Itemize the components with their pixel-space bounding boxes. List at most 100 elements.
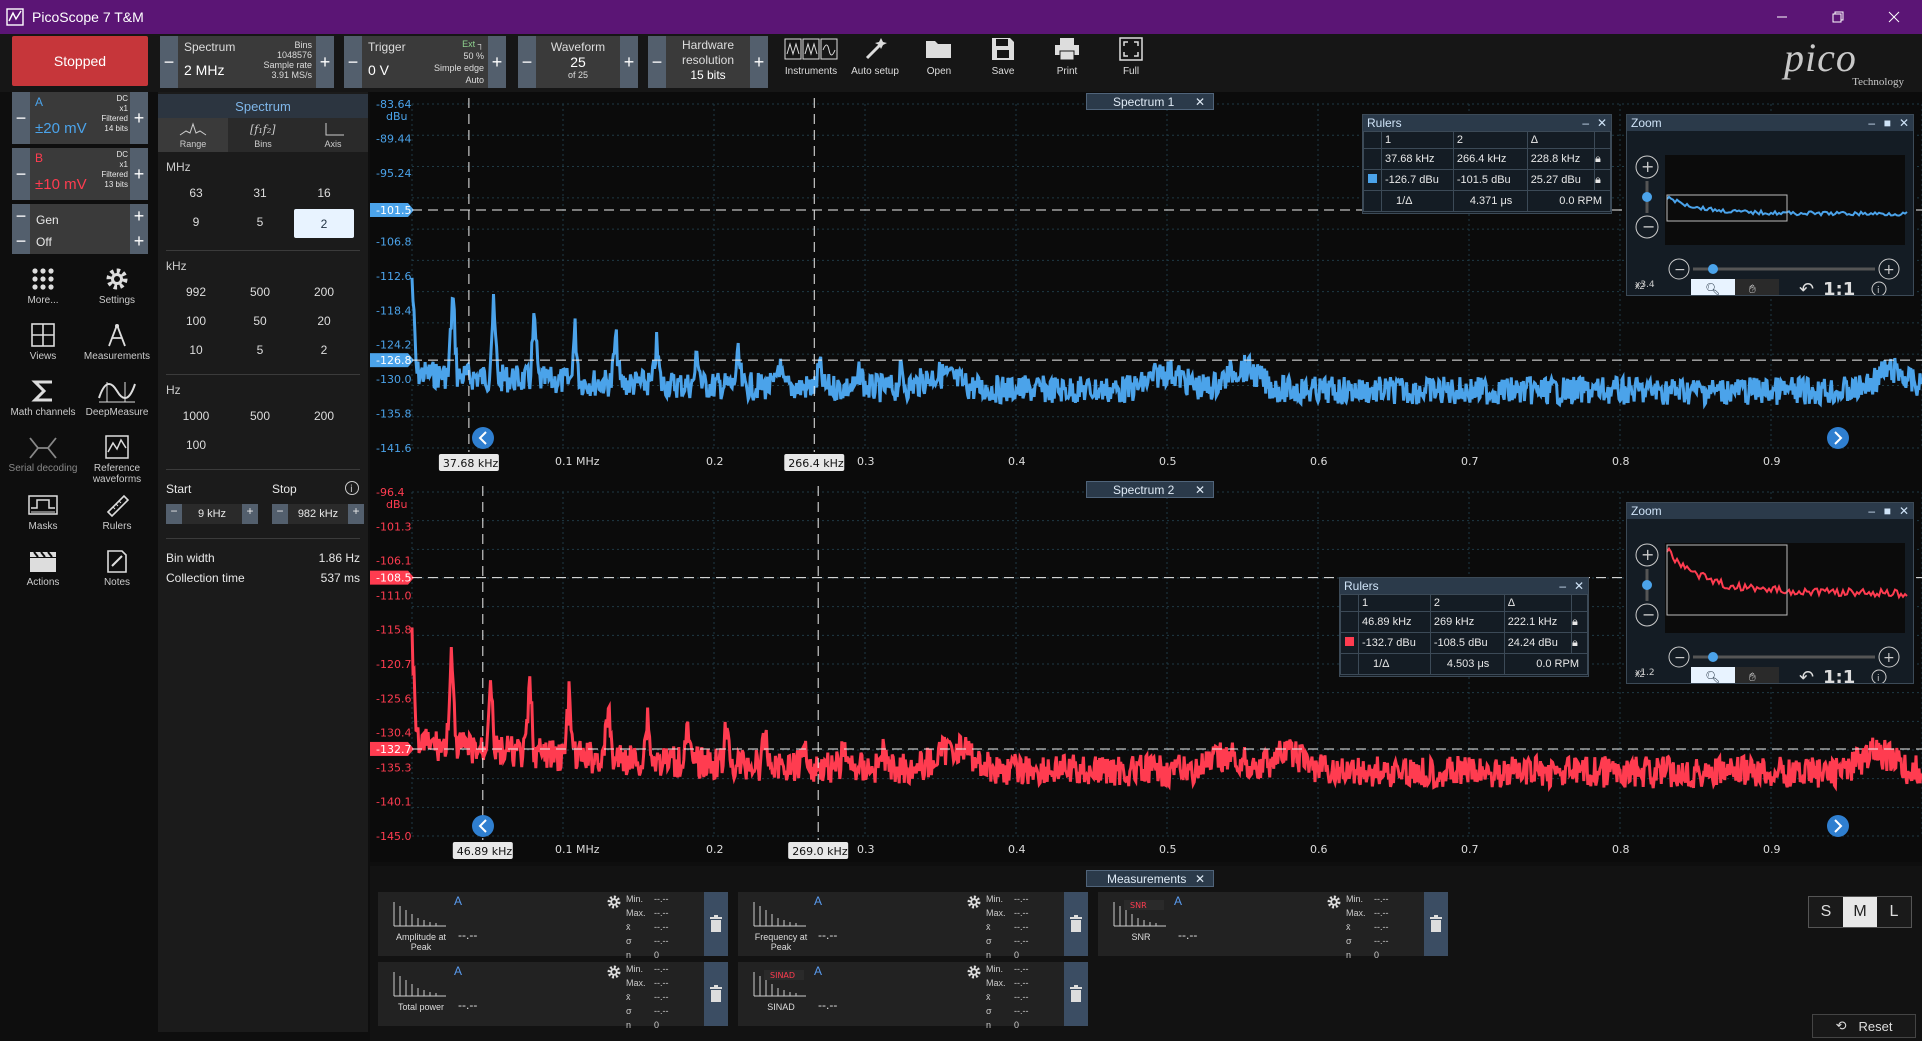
delete-measurement-button[interactable] xyxy=(1424,892,1448,956)
mhz-option[interactable]: 16 xyxy=(292,178,356,207)
restore-button[interactable] xyxy=(1810,0,1866,34)
measurement-card[interactable]: SINAD A SINAD --.-- Min. --.-- Max. --.-- x̄ --.-… xyxy=(738,962,1088,1030)
gen-increase-button[interactable]: + xyxy=(130,204,148,229)
scroll-right-button[interactable] xyxy=(1827,815,1849,837)
info-icon[interactable]: i xyxy=(344,480,360,496)
khz-option[interactable]: 5 xyxy=(228,335,292,364)
start-increase-button[interactable]: + xyxy=(242,504,258,524)
spectrum-2-tab[interactable]: Spectrum 2 ✕ xyxy=(1086,481,1214,498)
tab-bins[interactable]: [f₁f₂] Bins xyxy=(228,118,298,152)
gen-decrease-button[interactable]: − xyxy=(12,204,30,229)
zoom-2-close-icon[interactable]: ✕ xyxy=(1899,504,1909,518)
waveform-next-button[interactable]: + xyxy=(620,36,638,88)
measurements-button[interactable]: Measurements xyxy=(78,322,156,362)
size-l-button[interactable]: L xyxy=(1877,897,1911,927)
undo-zoom-icon[interactable]: ↶ xyxy=(1799,279,1814,300)
gen-off-decrease-button[interactable]: − xyxy=(12,229,30,254)
khz-option[interactable]: 50 xyxy=(228,306,292,335)
zoom-1-ratio[interactable]: 1:1 xyxy=(1823,279,1855,300)
zoom-2-minimize-icon[interactable]: – xyxy=(1868,504,1875,518)
auto-setup-button[interactable]: Auto setup xyxy=(844,36,906,88)
zoom-1-minimize-icon[interactable]: – xyxy=(1868,116,1875,130)
tab-axis[interactable]: Axis xyxy=(298,118,368,152)
rulers-1-close-icon[interactable]: ✕ xyxy=(1597,116,1607,130)
measurement-card[interactable]: SNR A SNR --.-- Min. --.-- Max. --.-- x̄ --.-- σ --… xyxy=(1098,892,1448,960)
notes-button[interactable]: Notes xyxy=(78,548,156,588)
gear-icon[interactable] xyxy=(966,964,982,980)
stop-increase-button[interactable]: + xyxy=(348,504,364,524)
zoom-panel-2[interactable]: Zoom – ■ ✕ + − − + x1.2 🔍︎ ✋︎ ↶ 1:1 i x2 xyxy=(1626,502,1914,688)
serial-decoding-button[interactable]: Serial decoding xyxy=(4,434,82,474)
trigger-decrease-button[interactable]: − xyxy=(344,36,362,88)
measurement-card[interactable]: A Total power --.-- Min. --.-- Max. --.-- x̄ --.… xyxy=(378,962,728,1030)
delete-measurement-button[interactable] xyxy=(704,962,728,1026)
hz-option[interactable]: 1000 xyxy=(164,401,228,430)
channel-b-increase-button[interactable]: + xyxy=(130,148,148,200)
zoom-2-ratio[interactable]: 1:1 xyxy=(1823,667,1855,688)
spectrum-1-close-icon[interactable]: ✕ xyxy=(1195,95,1205,109)
delete-measurement-button[interactable] xyxy=(1064,892,1088,956)
gear-icon[interactable] xyxy=(966,894,982,910)
measurements-close-icon[interactable]: ✕ xyxy=(1195,872,1205,886)
stop-decrease-button[interactable]: − xyxy=(272,504,288,524)
zoom-panel-1[interactable]: Zoom – ■ ✕ + − − + x3.4 🔍︎ ✋︎ ↶ 1:1 i x2 xyxy=(1626,114,1914,300)
spectrum-increase-button[interactable]: + xyxy=(316,36,334,88)
channel-a-increase-button[interactable]: + xyxy=(130,92,148,144)
channel-b-decrease-button[interactable]: − xyxy=(12,148,30,200)
reset-button[interactable]: ⟲ Reset xyxy=(1812,1014,1916,1038)
masks-button[interactable]: Masks xyxy=(4,492,82,532)
waveform-previous-button[interactable]: − xyxy=(518,36,536,88)
zoom-tool-icon[interactable]: 🔍︎ xyxy=(1705,670,1720,684)
size-s-button[interactable]: S xyxy=(1809,897,1843,927)
undo-zoom-icon[interactable]: ↶ xyxy=(1799,667,1814,688)
khz-option[interactable]: 10 xyxy=(164,335,228,364)
zoom-1-info-icon[interactable]: i xyxy=(1877,286,1880,296)
khz-option[interactable]: 20 xyxy=(292,306,356,335)
spectrum-1-tab[interactable]: Spectrum 1 ✕ xyxy=(1086,93,1214,110)
minimize-button[interactable] xyxy=(1754,0,1810,34)
size-m-button[interactable]: M xyxy=(1843,897,1877,927)
khz-option[interactable]: 200 xyxy=(292,277,356,306)
zoom-2-maximize-icon[interactable]: ■ xyxy=(1884,504,1891,518)
zoom-1-close-icon[interactable]: ✕ xyxy=(1899,116,1909,130)
mhz-option[interactable]: 5 xyxy=(228,207,292,236)
mhz-option[interactable]: 31 xyxy=(228,178,292,207)
khz-option[interactable]: 100 xyxy=(164,306,228,335)
views-button[interactable]: Views xyxy=(4,322,82,362)
rulers-2-minimize-icon[interactable]: – xyxy=(1559,579,1566,593)
delete-measurement-button[interactable] xyxy=(1064,962,1088,1026)
settings-button[interactable]: Settings xyxy=(78,266,156,306)
rulers-panel-2[interactable]: Rulers – ✕ 12Δ 46.89 kHz 269 kHz 222.1 kHz 🔒︎… xyxy=(1339,577,1589,677)
zoom-1-maximize-icon[interactable]: ■ xyxy=(1884,116,1891,130)
math-channels-button[interactable]: Math channels xyxy=(4,378,82,418)
resolution-decrease-button[interactable]: − xyxy=(648,36,666,88)
khz-option[interactable]: 2 xyxy=(292,335,356,364)
lock-icon[interactable]: 🔒︎ xyxy=(1594,148,1611,170)
zoom-tool-icon[interactable]: 🔍︎ xyxy=(1705,282,1720,296)
rulers-panel-1[interactable]: Rulers – ✕ 12Δ 37.68 kHz 266.4 kHz 228.8 kHz… xyxy=(1362,114,1612,214)
hand-tool-icon[interactable]: ✋︎ xyxy=(1749,670,1756,684)
open-button[interactable]: Open xyxy=(908,36,970,88)
mhz-option[interactable]: 2 xyxy=(294,209,354,238)
hz-option[interactable]: 500 xyxy=(228,401,292,430)
more-button[interactable]: More... xyxy=(4,266,82,306)
hz-option[interactable]: 100 xyxy=(164,430,228,459)
lock-icon[interactable]: 🔒︎ xyxy=(1571,632,1588,654)
spectrum-2-close-icon[interactable]: ✕ xyxy=(1195,483,1205,497)
gen-off-increase-button[interactable]: + xyxy=(130,229,148,254)
full-screen-button[interactable]: Full xyxy=(1100,36,1162,88)
close-button[interactable] xyxy=(1866,0,1922,34)
measurement-card[interactable]: A Amplitude at Peak --.-- Min. --.-- Max. --.-… xyxy=(378,892,728,960)
lock-icon[interactable]: 🔒︎ xyxy=(1571,611,1588,633)
save-button[interactable]: Save xyxy=(972,36,1034,88)
hand-tool-icon[interactable]: ✋︎ xyxy=(1749,282,1756,296)
gear-icon[interactable] xyxy=(1326,894,1342,910)
reference-waveforms-button[interactable]: Reference waveforms xyxy=(78,434,156,485)
rulers-button[interactable]: Rulers xyxy=(78,492,156,532)
zoom-2-info-icon[interactable]: i xyxy=(1877,674,1880,684)
khz-option[interactable]: 500 xyxy=(228,277,292,306)
hz-option[interactable]: 200 xyxy=(292,401,356,430)
measurements-tab[interactable]: Measurements ✕ xyxy=(1086,870,1214,887)
trigger-increase-button[interactable]: + xyxy=(488,36,506,88)
rulers-2-close-icon[interactable]: ✕ xyxy=(1574,579,1584,593)
